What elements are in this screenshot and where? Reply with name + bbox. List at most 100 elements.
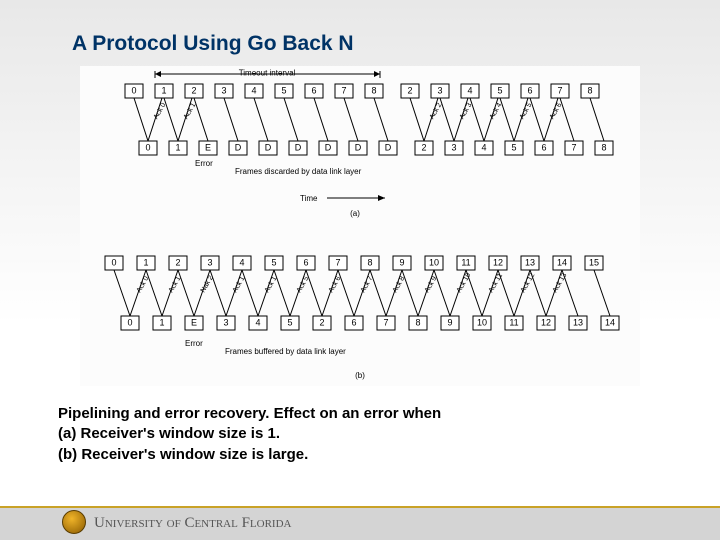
protocol-diagram: Timeout interval 012345678234567801EDDDD… — [80, 66, 640, 386]
svg-text:2: 2 — [175, 257, 180, 267]
svg-text:12: 12 — [541, 317, 551, 327]
error-label-b: Error — [185, 339, 203, 348]
svg-text:13: 13 — [573, 317, 583, 327]
svg-text:6: 6 — [541, 142, 546, 152]
svg-text:9: 9 — [399, 257, 404, 267]
svg-text:5: 5 — [497, 85, 502, 95]
svg-text:Ack 0: Ack 0 — [136, 275, 151, 294]
svg-text:4: 4 — [467, 85, 472, 95]
svg-text:1: 1 — [161, 85, 166, 95]
svg-text:2: 2 — [407, 85, 412, 95]
svg-text:3: 3 — [223, 317, 228, 327]
buffered-label: Frames buffered by data link layer — [225, 347, 346, 356]
svg-text:Ack 8: Ack 8 — [392, 275, 407, 294]
svg-text:Ack 7: Ack 7 — [360, 275, 375, 294]
svg-text:12: 12 — [493, 257, 503, 267]
svg-text:Ack 5: Ack 5 — [296, 275, 311, 294]
svg-text:2: 2 — [191, 85, 196, 95]
svg-text:13: 13 — [525, 257, 535, 267]
footer-university: University of Central Florida — [94, 515, 291, 532]
svg-text:0: 0 — [131, 85, 136, 95]
sublabel-b: (b) — [355, 371, 365, 380]
svg-text:7: 7 — [557, 85, 562, 95]
footer: University of Central Florida — [0, 506, 720, 540]
svg-text:10: 10 — [429, 257, 439, 267]
svg-text:6: 6 — [303, 257, 308, 267]
svg-text:10: 10 — [477, 317, 487, 327]
svg-text:4: 4 — [239, 257, 244, 267]
svg-text:Ack 1: Ack 1 — [168, 275, 183, 294]
svg-text:Ack 2: Ack 2 — [429, 102, 444, 121]
caption-line-2: (a) Receiver's window size is 1. — [58, 425, 280, 442]
svg-text:D: D — [235, 142, 242, 152]
svg-text:2: 2 — [319, 317, 324, 327]
svg-text:5: 5 — [511, 142, 516, 152]
discarded-label: Frames discarded by data link layer — [235, 167, 362, 176]
svg-text:3: 3 — [207, 257, 212, 267]
svg-text:3: 3 — [221, 85, 226, 95]
svg-text:Ack 9: Ack 9 — [424, 275, 439, 294]
svg-text:Ack 4: Ack 4 — [489, 102, 504, 121]
svg-text:Ack 1: Ack 1 — [264, 275, 279, 294]
svg-text:8: 8 — [601, 142, 606, 152]
svg-text:14: 14 — [605, 317, 615, 327]
caption-line-1: Pipelining and error recovery. Effect on… — [58, 405, 441, 422]
svg-text:Ack 12: Ack 12 — [520, 272, 537, 294]
svg-text:7: 7 — [383, 317, 388, 327]
svg-text:5: 5 — [271, 257, 276, 267]
caption-line-3: (b) Receiver's window size is large. — [58, 446, 308, 463]
svg-text:Ack 1: Ack 1 — [183, 102, 198, 121]
svg-text:6: 6 — [311, 85, 316, 95]
svg-text:D: D — [265, 142, 272, 152]
svg-text:7: 7 — [341, 85, 346, 95]
footer-accent-bar — [0, 506, 720, 508]
svg-text:8: 8 — [415, 317, 420, 327]
sublabel-a: (a) — [350, 209, 360, 218]
page-title: A Protocol Using Go Back N — [0, 0, 720, 66]
svg-text:3: 3 — [437, 85, 442, 95]
svg-text:1: 1 — [143, 257, 148, 267]
svg-text:Nak 2: Nak 2 — [200, 275, 215, 294]
svg-text:E: E — [191, 317, 197, 327]
svg-text:Ack 3: Ack 3 — [459, 102, 474, 121]
svg-text:5: 5 — [281, 85, 286, 95]
svg-text:D: D — [355, 142, 362, 152]
svg-text:D: D — [325, 142, 332, 152]
svg-text:8: 8 — [367, 257, 372, 267]
svg-text:4: 4 — [255, 317, 260, 327]
svg-text:8: 8 — [371, 85, 376, 95]
svg-text:15: 15 — [589, 257, 599, 267]
svg-text:2: 2 — [421, 142, 426, 152]
figure-caption: Pipelining and error recovery. Effect on… — [0, 386, 720, 465]
svg-text:14: 14 — [557, 257, 567, 267]
svg-text:4: 4 — [481, 142, 486, 152]
svg-text:0: 0 — [145, 142, 150, 152]
svg-text:7: 7 — [571, 142, 576, 152]
timeout-label: Timeout interval — [239, 69, 296, 78]
svg-text:D: D — [295, 142, 302, 152]
svg-text:Ack 11: Ack 11 — [488, 272, 505, 294]
svg-text:7: 7 — [335, 257, 340, 267]
ucf-seal-icon — [62, 510, 86, 534]
svg-text:8: 8 — [587, 85, 592, 95]
svg-text:9: 9 — [447, 317, 452, 327]
svg-text:Ack 13: Ack 13 — [552, 272, 569, 294]
svg-text:E: E — [205, 142, 211, 152]
svg-text:Ack 6: Ack 6 — [549, 102, 564, 121]
svg-text:1: 1 — [159, 317, 164, 327]
svg-text:4: 4 — [251, 85, 256, 95]
error-label-a: Error — [195, 159, 213, 168]
svg-text:0: 0 — [127, 317, 132, 327]
svg-text:6: 6 — [527, 85, 532, 95]
svg-text:0: 0 — [111, 257, 116, 267]
svg-text:Ack 1: Ack 1 — [232, 275, 247, 294]
svg-text:1: 1 — [175, 142, 180, 152]
svg-text:11: 11 — [461, 257, 470, 267]
time-label: Time — [300, 194, 318, 203]
svg-text:Ack 0: Ack 0 — [153, 102, 168, 121]
svg-text:3: 3 — [451, 142, 456, 152]
svg-text:Ack 10: Ack 10 — [456, 272, 473, 294]
svg-text:5: 5 — [287, 317, 292, 327]
svg-text:Ack 5: Ack 5 — [519, 102, 534, 121]
svg-text:D: D — [385, 142, 392, 152]
